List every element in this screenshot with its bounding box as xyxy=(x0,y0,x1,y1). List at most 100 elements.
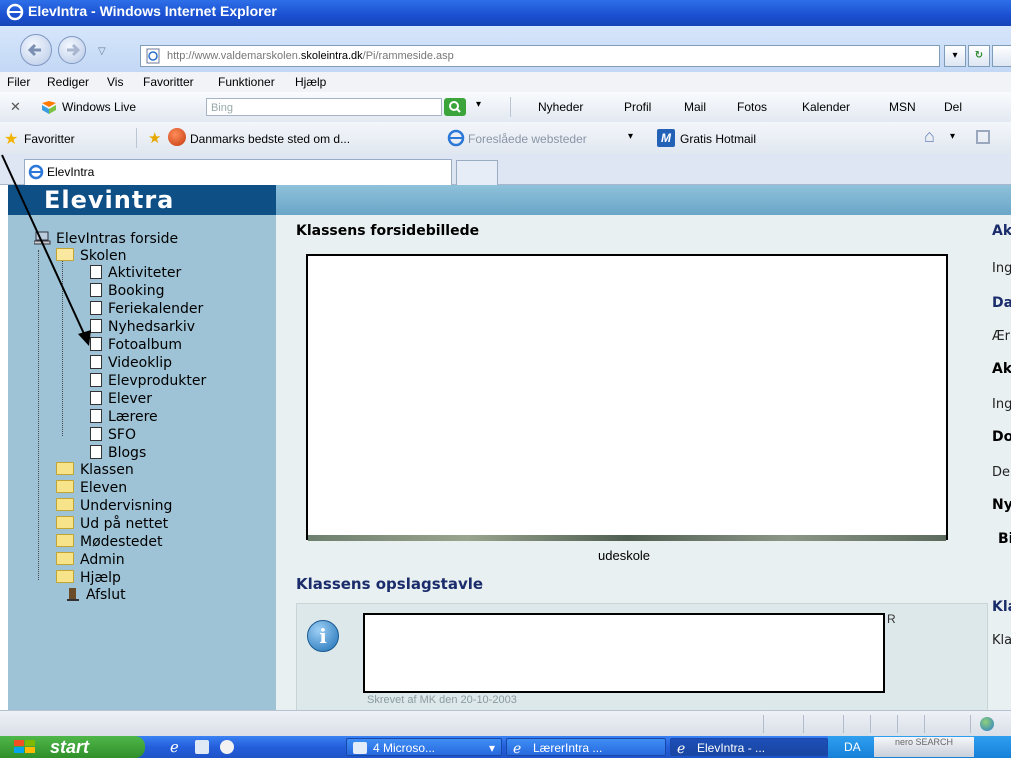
status-divider xyxy=(924,715,925,733)
sidebar-item-sfo[interactable]: SFO xyxy=(90,427,136,443)
home-dropdown-icon[interactable]: ▾ xyxy=(950,131,955,142)
folder-icon xyxy=(56,498,74,511)
menu-favoritter[interactable]: Favoritter xyxy=(143,75,194,89)
right-heading-7: Kla xyxy=(992,599,1011,615)
right-heading-5: Ny xyxy=(992,497,1011,513)
home-icon[interactable]: ⌂ xyxy=(924,126,935,147)
exit-door-icon xyxy=(67,588,79,601)
word-icon xyxy=(353,742,367,754)
live-link-mail[interactable]: Mail xyxy=(684,100,706,114)
live-link-nyheder[interactable]: Nyheder xyxy=(538,100,583,114)
brand-logo: Elevintra xyxy=(8,185,276,215)
quicklaunch-desktop-icon[interactable] xyxy=(195,740,209,754)
menu-rediger[interactable]: Rediger xyxy=(47,75,89,89)
live-link-del[interactable]: Del xyxy=(944,100,962,114)
board-section-title: Klassens opslagstavle xyxy=(296,575,484,593)
sidebar-item-blogs[interactable]: Blogs xyxy=(90,445,146,461)
history-dropdown-icon[interactable]: ▽ xyxy=(98,46,106,57)
forward-arrow-icon xyxy=(67,43,81,57)
favorites-star-icon: ★ xyxy=(4,131,19,148)
menu-vis[interactable]: Vis xyxy=(107,75,123,89)
sidebar-item-booking[interactable]: Booking xyxy=(90,283,165,299)
tab-elevintra[interactable]: ElevIntra xyxy=(24,159,452,185)
sidebar-folder-hjaelp[interactable]: Hjælp xyxy=(56,570,121,586)
suggested-sites-dropdown-icon[interactable]: ▾ xyxy=(628,131,633,142)
sidebar-folder-undervisning[interactable]: Undervisning xyxy=(56,498,172,514)
taskbar-item-elevintra[interactable]: ℯ ElevIntra - ... xyxy=(670,738,828,756)
url-domain: skoleintra.dk xyxy=(300,50,363,62)
favorite-link-danmarks[interactable]: Danmarks bedste sted om d... xyxy=(190,132,350,146)
menu-filer[interactable]: Filer xyxy=(7,75,30,89)
taskbar-item-label: 4 Microso... xyxy=(373,741,436,755)
live-link-kalender[interactable]: Kalender xyxy=(802,100,850,114)
taskbar-item-laererintra[interactable]: ℯ LærerIntra ... xyxy=(506,738,666,756)
windows-live-label[interactable]: Windows Live xyxy=(62,100,136,114)
sidebar-item-afslut[interactable]: Afslut xyxy=(66,587,126,603)
address-field[interactable]: http://www.valdemarskolen.skoleintra.dk/… xyxy=(140,45,940,67)
sidebar-item-label: Booking xyxy=(108,283,165,299)
right-heading-6: Bil xyxy=(998,531,1011,547)
sidebar-item-elever[interactable]: Elever xyxy=(90,391,152,407)
search-options-dropdown-icon[interactable]: ▾ xyxy=(476,99,481,110)
address-toolbar: ▽ http://www.valdemarskolen.skoleintra.d… xyxy=(0,26,1011,73)
live-link-msn[interactable]: MSN xyxy=(889,100,916,114)
page-content: Elevintra ElevIntras forside Skolen Akti… xyxy=(8,185,1011,710)
document-icon xyxy=(90,283,102,297)
sidebar-item-videoklip[interactable]: Videoklip xyxy=(90,355,172,371)
menu-funktioner[interactable]: Funktioner xyxy=(218,75,275,89)
sidebar-item-label: Nyhedsarkiv xyxy=(108,319,196,335)
sidebar-folder-admin[interactable]: Admin xyxy=(56,552,125,568)
sidebar-folder-klassen[interactable]: Klassen xyxy=(56,462,134,478)
refresh-button[interactable]: ↻ xyxy=(968,45,990,67)
right-text-2: Ær xyxy=(992,329,1011,344)
sidebar-folder-ud-paa-nettet[interactable]: Ud på nettet xyxy=(56,516,168,532)
folder-icon xyxy=(56,570,74,583)
live-link-fotos[interactable]: Fotos xyxy=(737,100,767,114)
close-toolbar-icon[interactable]: ✕ xyxy=(10,99,21,115)
sidebar-folder-moedestedet[interactable]: Mødestedet xyxy=(56,534,163,550)
sidebar-item-nyhedsarkiv[interactable]: Nyhedsarkiv xyxy=(90,319,195,335)
folder-icon xyxy=(56,480,74,493)
bing-search-input[interactable]: Bing xyxy=(206,98,442,116)
feeds-icon[interactable] xyxy=(976,130,990,144)
windows-live-toolbar: ✕ Windows Live Bing ▾ Nyheder Profil Mai… xyxy=(0,92,1011,123)
window-title-bar[interactable]: ElevIntra - Windows Internet Explorer xyxy=(0,0,1011,26)
sidebar-item-label: Mødestedet xyxy=(80,534,163,550)
sidebar-item-feriekalender[interactable]: Feriekalender xyxy=(90,301,203,317)
address-dropdown-button[interactable]: ▾ xyxy=(944,45,966,67)
live-link-profil[interactable]: Profil xyxy=(624,100,651,114)
menu-hjaelp[interactable]: Hjælp xyxy=(295,75,326,89)
right-heading-4: Do xyxy=(992,429,1011,445)
add-favorite-icon[interactable]: ★ xyxy=(148,129,161,147)
brand-title: Elevintra xyxy=(44,186,175,214)
back-button[interactable] xyxy=(20,34,52,66)
quicklaunch-ie-icon[interactable]: ℯ xyxy=(170,738,179,756)
search-button[interactable] xyxy=(444,98,466,116)
nero-search-icon[interactable]: nero SEARCH xyxy=(874,737,974,757)
sidebar-item-label: Elever xyxy=(108,391,153,407)
class-cover-photo[interactable] xyxy=(306,254,948,540)
sidebar-item-elevprodukter[interactable]: Elevprodukter xyxy=(90,373,206,389)
tab-bar: ElevIntra xyxy=(0,154,1011,185)
status-divider xyxy=(970,715,971,733)
sidebar-item-forside[interactable]: ElevIntras forside xyxy=(33,231,178,247)
stop-button[interactable] xyxy=(992,45,1011,67)
sidebar-item-aktiviteter[interactable]: Aktiviteter xyxy=(90,265,181,281)
internet-zone-icon[interactable] xyxy=(980,717,994,731)
sidebar-folder-skolen[interactable]: Skolen xyxy=(56,248,126,264)
sidebar-item-fotoalbum[interactable]: Fotoalbum xyxy=(90,337,182,353)
favorite-link-hotmail[interactable]: Gratis Hotmail xyxy=(680,132,756,146)
status-divider xyxy=(870,715,871,733)
taskbar-item-word[interactable]: 4 Microso... ▾ xyxy=(346,738,502,756)
forward-button[interactable] xyxy=(58,36,86,64)
back-arrow-icon xyxy=(27,43,41,57)
quicklaunch-media-icon[interactable] xyxy=(220,740,234,754)
sidebar-folder-eleven[interactable]: Eleven xyxy=(56,480,127,496)
status-divider xyxy=(803,715,804,733)
favorites-button[interactable]: Favoritter xyxy=(24,132,75,146)
suggested-sites-button[interactable]: Foreslåede websteder xyxy=(468,132,587,146)
language-indicator[interactable]: DA xyxy=(844,740,861,754)
start-button[interactable]: start xyxy=(0,736,145,758)
new-tab-button[interactable] xyxy=(456,160,498,185)
sidebar-item-laerere[interactable]: Lærere xyxy=(90,409,158,425)
